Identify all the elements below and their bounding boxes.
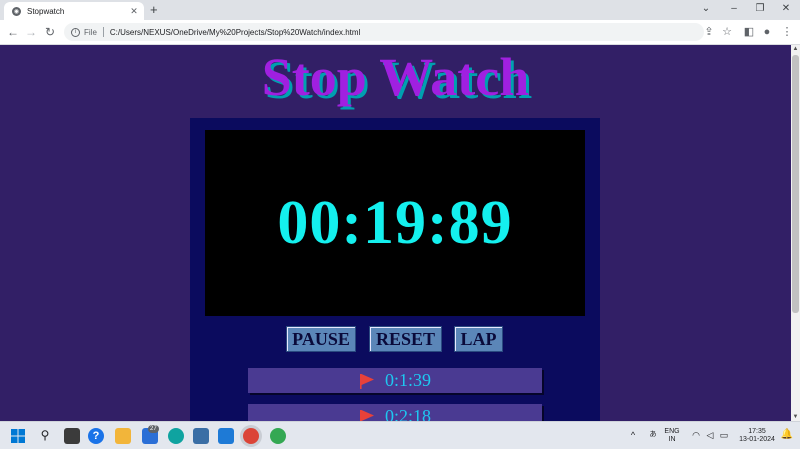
flag-icon [359,373,374,389]
flag-icon [359,409,374,421]
lap-time: 0:1:39 [384,370,431,390]
vscode-icon[interactable] [218,428,234,444]
minimize-icon[interactable]: – [724,2,744,16]
remote-desktop-icon[interactable] [193,428,209,444]
battery-icon[interactable]: ▭ [716,427,732,443]
page-viewport: Stop Watch 00:19:89 PAUSE RESET LAP 0:1:… [0,45,791,421]
keyboard-icon[interactable]: あ [645,427,661,443]
file-label: File [84,27,97,37]
clock-time: 17:35 [748,428,766,435]
address-bar[interactable]: i File C:/Users/NEXUS/OneDrive/My%20Proj… [64,23,704,41]
chrome-profile-icon[interactable] [270,428,286,444]
star-icon[interactable]: ☆ [720,25,734,39]
notification-badge: 27 [148,425,159,433]
search-icon[interactable]: ⚲ [37,427,53,443]
time-display: 00:19:89 [205,130,585,316]
profile-icon[interactable]: ● [760,25,774,39]
sidebar-icon[interactable]: ◧ [742,25,756,39]
region-code: IN [668,436,676,443]
clock[interactable]: 17:35 13-01-2024 [735,428,779,444]
lap-time: 0:2:18 [384,406,431,421]
language-indicator[interactable]: ENG IN [663,428,681,444]
language-code: ENG [664,428,680,435]
new-tab-button[interactable]: + [150,2,158,18]
tab-stopwatch[interactable]: ◉ Stopwatch ✕ [4,2,144,20]
pause-button[interactable]: PAUSE [286,326,356,352]
windows-start-icon[interactable] [10,428,26,444]
scroll-up-icon[interactable]: ▲ [791,45,800,53]
chevron-up-icon[interactable]: ^ [625,427,641,443]
lap-item: 0:2:18 [248,404,542,421]
stopwatch-panel: 00:19:89 PAUSE RESET LAP 0:1:39 0:2:18 [190,118,600,421]
file-explorer-icon[interactable] [115,428,131,444]
scroll-down-icon[interactable]: ▼ [791,413,800,421]
windows-taskbar: ⚲ ? 27 ^ あ ENG IN ◠ ◁ ▭ 17:35 13-01-2024… [0,421,800,449]
share-icon[interactable]: ⇪ [702,25,716,39]
reset-button[interactable]: RESET [369,326,442,352]
back-icon[interactable]: ← [6,25,20,39]
page-scrollbar[interactable]: ▲ ▼ [791,45,800,421]
help-icon[interactable]: ? [88,428,104,444]
edge-icon[interactable] [168,428,184,444]
scroll-thumb[interactable] [792,55,799,313]
maximize-icon[interactable]: ❐ [750,2,770,16]
lap-item: 0:1:39 [248,368,542,393]
info-icon[interactable]: i [71,27,80,37]
time-readout: 00:19:89 [277,188,513,257]
tab-title: Stopwatch [27,6,65,16]
task-view-icon[interactable] [64,428,80,444]
lap-button[interactable]: LAP [454,326,503,352]
menu-icon[interactable]: ⋮ [780,25,794,39]
globe-icon: ◉ [12,6,21,16]
close-tab-icon[interactable]: ✕ [128,6,140,17]
reload-icon[interactable]: ↻ [43,25,57,39]
forward-icon[interactable]: → [24,25,38,39]
browser-toolbar: ← → ↻ i File C:/Users/NEXUS/OneDrive/My%… [0,20,800,45]
url-text[interactable]: C:/Users/NEXUS/OneDrive/My%20Projects/St… [110,28,360,37]
chrome-icon[interactable] [243,428,259,444]
clock-date: 13-01-2024 [739,436,775,443]
notification-bell-icon[interactable]: 🔔 [779,427,795,443]
tab-search-icon[interactable]: ⌄ [696,2,716,16]
omnibox-divider [102,27,104,37]
close-window-icon[interactable]: ✕ [776,2,796,16]
browser-tab-strip: ◉ Stopwatch ✕ + ⌄ – ❐ ✕ [0,0,800,20]
page-title: Stop Watch [261,47,530,107]
